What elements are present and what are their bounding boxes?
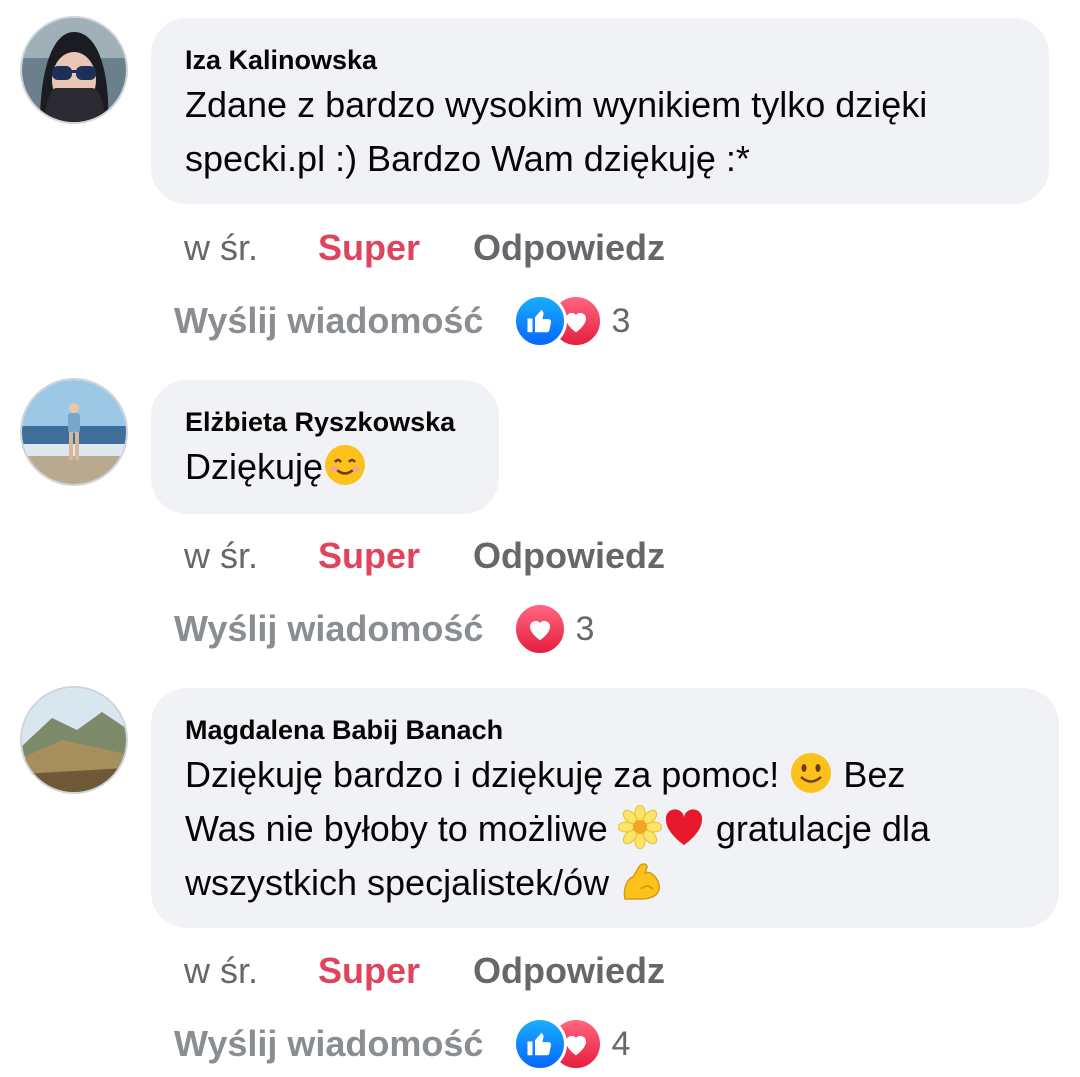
reaction-count: 3 (575, 609, 595, 648)
super-button[interactable]: Super (318, 535, 473, 577)
author-name[interactable]: Magdalena Babij Banach (185, 714, 1025, 746)
reaction-count: 4 (611, 1024, 631, 1063)
timestamp[interactable]: w śr. (184, 535, 318, 577)
comment-actions: w śr. Super Odpowiedz (184, 226, 665, 270)
comment-text-segment: wszystkich specjalistek/ów (185, 862, 620, 903)
comment-text-line: Dziękuję bardzo i dziękuję za pomoc! Bez (185, 748, 1025, 802)
comment-text: Dziękuję (185, 440, 465, 494)
reply-button[interactable]: Odpowiedz (473, 950, 665, 992)
timestamp[interactable]: w śr. (184, 227, 318, 269)
author-name[interactable]: Elżbieta Ryszkowska (185, 406, 465, 438)
author-name[interactable]: Iza Kalinowska (185, 44, 1015, 76)
comment-text-line: wszystkich specjalistek/ów (185, 856, 1025, 910)
love-icon (513, 602, 568, 656)
red-heart-emoji-icon (662, 805, 706, 849)
comment-text-segment: Dziękuję bardzo i dziękuję za pomoc! (185, 754, 790, 795)
reactions-summary[interactable]: 3 (513, 602, 594, 656)
comment-actions: w śr. Super Odpowiedz (184, 534, 665, 578)
comment-secondary-row: Wyślij wiadomość 4 (174, 1017, 630, 1071)
super-button[interactable]: Super (318, 950, 473, 992)
comment-text-segment: Bez (833, 754, 906, 795)
slightly-smiling-face-emoji-icon (789, 751, 833, 795)
send-message-button[interactable]: Wyślij wiadomość (174, 608, 483, 650)
blossom-emoji-icon (617, 805, 662, 849)
send-message-button[interactable]: Wyślij wiadomość (174, 300, 483, 342)
comment-text-line: specki.pl :) Bardzo Wam dziękuję :* (185, 138, 750, 179)
comment-bubble: Magdalena Babij Banach Dziękuję bardzo i… (151, 688, 1059, 928)
comment-secondary-row: Wyślij wiadomość 3 (174, 294, 630, 348)
comment-bubble: Iza Kalinowska Zdane z bardzo wysokim wy… (151, 18, 1049, 204)
avatar-photo-woman-sunglasses (22, 18, 126, 122)
super-button[interactable]: Super (318, 227, 473, 269)
avatar[interactable] (22, 380, 126, 484)
avatar-photo-beach (22, 380, 126, 484)
reactions-summary[interactable]: 4 (513, 1017, 630, 1071)
comment-text-line: Was nie byłoby to możliwe gratulacje dla (185, 802, 1025, 856)
comment-text: Dziękuję bardzo i dziękuję za pomoc! Bez… (185, 748, 1025, 910)
reactions-summary[interactable]: 3 (513, 294, 630, 348)
comment-text-segment: gratulacje dla (705, 808, 930, 849)
avatar[interactable] (22, 18, 126, 122)
comment-text-segment: Was nie byłoby to możliwe (185, 808, 618, 849)
flexed-biceps-emoji-icon (619, 859, 663, 903)
comment-actions: w śr. Super Odpowiedz (184, 949, 665, 993)
reply-button[interactable]: Odpowiedz (473, 535, 665, 577)
comment-text-line: Dziękuję (185, 446, 324, 487)
reply-button[interactable]: Odpowiedz (473, 227, 665, 269)
reaction-count: 3 (611, 301, 631, 340)
timestamp[interactable]: w śr. (184, 950, 318, 992)
comment-text: Zdane z bardzo wysokim wynikiem tylko dz… (185, 78, 1015, 186)
send-message-button[interactable]: Wyślij wiadomość (174, 1023, 483, 1065)
avatar-photo-mountains (22, 688, 126, 792)
avatar[interactable] (22, 688, 126, 792)
comment-bubble: Elżbieta Ryszkowska Dziękuję (151, 380, 499, 514)
comment-secondary-row: Wyślij wiadomość 3 (174, 602, 594, 656)
comment-text-line: Zdane z bardzo wysokim wynikiem tylko dz… (185, 84, 928, 125)
smiling-face-emoji-icon (323, 443, 367, 487)
